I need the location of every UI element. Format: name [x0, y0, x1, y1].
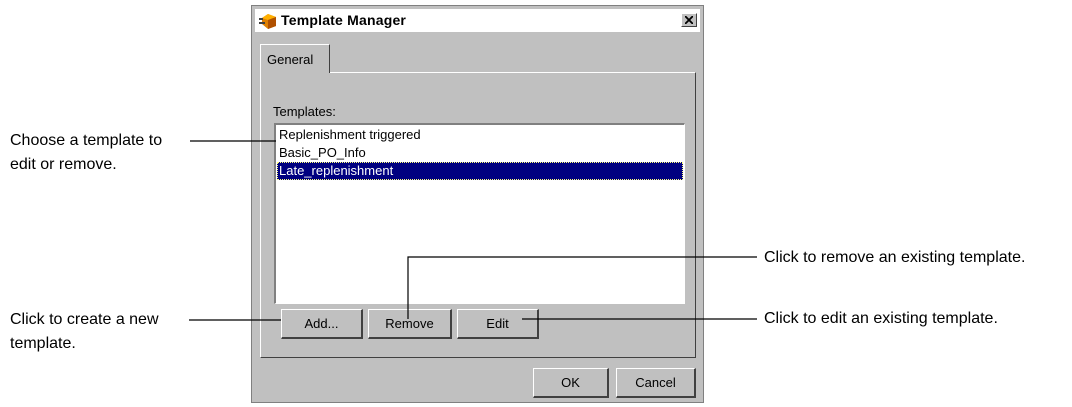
- create-note-line2: template.: [10, 335, 76, 352]
- tab-general[interactable]: General: [260, 44, 330, 73]
- close-icon: [685, 16, 693, 24]
- choose-note-line1: Choose a template to: [10, 132, 163, 149]
- templates-list[interactable]: Replenishment triggered Basic_PO_Info La…: [274, 123, 685, 304]
- ok-button[interactable]: OK: [533, 368, 609, 398]
- template-manager-dialog: Template Manager General Templates: Repl…: [251, 5, 704, 403]
- create-template-note: Click to create a new template.: [10, 308, 159, 356]
- dialog-title: Template Manager: [281, 12, 407, 28]
- remove-button[interactable]: Remove: [368, 309, 452, 339]
- title-bar[interactable]: Template Manager: [255, 9, 700, 32]
- cancel-button[interactable]: Cancel: [616, 368, 696, 398]
- tab-general-label: General: [267, 52, 314, 67]
- choose-template-note: Choose a template to edit or remove.: [10, 129, 162, 177]
- edit-template-note: Click to edit an existing template.: [764, 310, 998, 327]
- remove-template-note: Click to remove an existing template.: [764, 249, 1026, 266]
- list-item-selected[interactable]: Late_replenishment: [277, 162, 683, 180]
- create-note-line1: Click to create a new: [10, 311, 159, 328]
- list-item[interactable]: Basic_PO_Info: [277, 144, 683, 162]
- edit-button[interactable]: Edit: [457, 309, 539, 339]
- add-button[interactable]: Add...: [281, 309, 363, 339]
- list-item[interactable]: Replenishment triggered: [277, 126, 683, 144]
- choose-note-line2: edit or remove.: [10, 156, 117, 173]
- close-button[interactable]: [681, 13, 697, 27]
- general-panel: Templates: Replenishment triggered Basic…: [260, 72, 696, 358]
- templates-label: Templates:: [273, 104, 336, 119]
- template-manager-icon: [259, 14, 276, 29]
